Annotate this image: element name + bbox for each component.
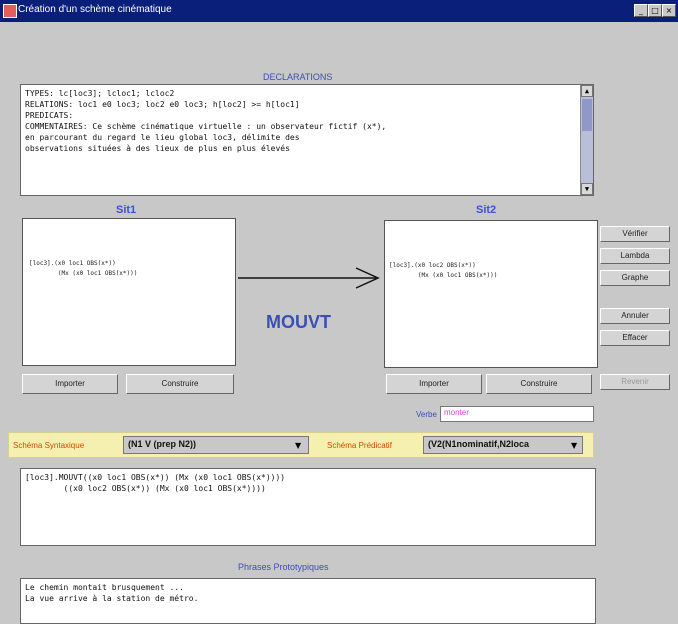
cancel-button[interactable]: Annuler <box>600 308 670 324</box>
formula-textarea[interactable]: [loc3].MOUVT((x0 loc1 OBS(x*)) (Mx (x0 l… <box>20 468 596 546</box>
app-icon <box>3 4 17 18</box>
close-button[interactable]: × <box>662 4 676 17</box>
sit1-box[interactable]: [loc3].(x0 loc1 OBS(x*)) (Mx (x0 loc1 OB… <box>22 218 236 366</box>
formula-line: ((x0 loc2 OBS(x*)) (Mx (x0 loc1 OBS(x*))… <box>25 484 266 493</box>
chevron-down-icon[interactable]: ▼ <box>571 441 577 450</box>
syntactic-schema-value: (N1 V (prep N2)) <box>128 439 197 449</box>
declaration-line: RELATIONS: loc1 e0 loc3; loc2 e0 loc3; h… <box>25 100 300 109</box>
declaration-line: en parcourant du regard le lieu global l… <box>25 133 300 142</box>
formula-line: [loc3].MOUVT((x0 loc1 OBS(x*)) (Mx (x0 l… <box>25 473 286 482</box>
predicative-schema-value: (V2(N1nominatif,N2loca <box>428 439 530 449</box>
declarations-scrollbar[interactable]: ▲ ▼ <box>580 85 593 195</box>
schema-bar: Schéma Syntaxique (N1 V (prep N2)) ▼ Sch… <box>8 432 594 458</box>
sit1-title: Sit1 <box>116 204 137 216</box>
syntactic-schema-label: Schéma Syntaxique <box>13 441 85 450</box>
sit2-line: (Mx (x0 loc1 OBS(x*))) <box>389 272 498 279</box>
phrases-label: Phrases Prototypiques <box>238 562 329 572</box>
sit1-construct-button[interactable]: Construire <box>126 374 234 394</box>
sit2-title: Sit2 <box>476 204 497 216</box>
maximize-button[interactable]: □ <box>648 4 662 17</box>
verb-input[interactable]: monter <box>440 406 594 422</box>
sit1-line: (Mx (x0 loc1 OBS(x*))) <box>29 270 138 277</box>
predicative-schema-label: Schéma Prédicatif <box>327 441 392 450</box>
sit1-line: [loc3].(x0 loc1 OBS(x*)) <box>29 260 116 267</box>
title-bar: Création d'un schème cinématique _ □ × <box>0 0 678 22</box>
declarations-label: DECLARATIONS <box>263 72 333 82</box>
erase-button[interactable]: Effacer <box>600 330 670 346</box>
chevron-down-icon[interactable]: ▼ <box>295 441 301 450</box>
graph-button[interactable]: Graphe <box>600 270 670 286</box>
lambda-button[interactable]: Lambda <box>600 248 670 264</box>
declaration-line: observations situées à des lieux de plus… <box>25 144 290 153</box>
window-title: Création d'un schème cinématique <box>18 4 172 15</box>
declaration-line: TYPES: lc[loc3]; lcloc1; lcloc2 <box>25 89 175 98</box>
scroll-thumb[interactable] <box>582 99 592 131</box>
sit2-box[interactable]: [loc3].(x0 loc2 OBS(x*)) (Mx (x0 loc1 OB… <box>384 220 598 368</box>
sit1-import-button[interactable]: Importer <box>22 374 118 394</box>
minimize-button[interactable]: _ <box>634 4 648 17</box>
syntactic-schema-select[interactable]: (N1 V (prep N2)) <box>123 436 309 454</box>
transition-label: MOUVT <box>266 312 331 332</box>
phrases-textarea[interactable]: Le chemin montait brusquement ... La vue… <box>20 578 596 624</box>
transition-arrow-icon <box>238 267 380 289</box>
scroll-up-icon[interactable]: ▲ <box>581 85 593 97</box>
phrase-line: La vue arrive à la station de métro. <box>25 594 199 603</box>
verify-button[interactable]: Vérifier <box>600 226 670 242</box>
verb-label: Verbe <box>416 410 437 419</box>
declaration-line: COMMENTAIRES: Ce schème cinématique virt… <box>25 122 387 131</box>
scroll-down-icon[interactable]: ▼ <box>581 183 593 195</box>
sit2-construct-button[interactable]: Construire <box>486 374 592 394</box>
phrase-line: Le chemin montait brusquement ... <box>25 583 184 592</box>
sit2-line: [loc3].(x0 loc2 OBS(x*)) <box>389 262 476 269</box>
sit2-import-button[interactable]: Importer <box>386 374 482 394</box>
declaration-line: PREDICATS: <box>25 111 74 120</box>
main-window: DECLARATIONS TYPES: lc[loc3]; lcloc1; lc… <box>8 22 670 624</box>
predicative-schema-select[interactable]: (V2(N1nominatif,N2loca <box>423 436 583 454</box>
declarations-textarea[interactable]: TYPES: lc[loc3]; lcloc1; lcloc2 RELATION… <box>20 84 594 196</box>
back-button[interactable]: Revenir <box>600 374 670 390</box>
